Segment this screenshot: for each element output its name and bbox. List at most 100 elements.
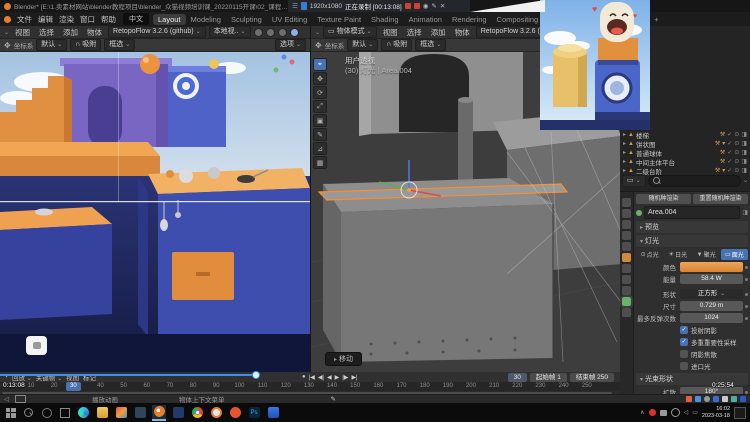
reset-random-seed-button[interactable]: 重置随机种渲染 [693,194,748,204]
vpl-menu-select[interactable]: 选择 [36,27,57,38]
shape-tool-icon[interactable] [731,396,737,402]
taskbar-app-colorful[interactable] [114,405,128,421]
taskbar-search-icon[interactable] [22,406,35,419]
light-type-area[interactable]: ▭面光 [721,249,748,260]
portal-checkbox[interactable]: 进口光 [680,361,748,371]
tab-animation[interactable]: Animation [404,14,447,25]
light-shape-dropdown[interactable]: 正方形⌄ [680,289,743,299]
editor-type-icon[interactable]: ⌄ [4,29,9,36]
taskbar-app-dark[interactable] [133,405,147,421]
light-color-swatch[interactable] [680,262,743,272]
eraser-icon[interactable] [704,396,710,402]
tab-uv-editing[interactable]: UV Editing [267,14,312,25]
orientation-dropdown[interactable]: 默认⌄ [36,39,67,51]
preview-section-header[interactable]: ▸ 预览 [636,221,748,233]
tab-modeling[interactable]: Modeling [186,14,226,25]
viewlayer-tab-icon[interactable] [622,220,631,229]
light-section-header[interactable]: ▾ 灯光 [636,235,748,247]
tray-display-icon[interactable] [660,410,667,416]
taskbar-app-chrome[interactable] [190,405,204,421]
options-dropdown[interactable]: 选项⌄ [275,39,306,51]
object-data-tab-icon[interactable] [622,297,631,306]
playhead-badge[interactable]: 30 [66,382,81,391]
taskbar-app-blender[interactable] [152,405,166,421]
pause-record-button[interactable] [414,3,420,9]
snap-button[interactable]: ∩吸附 [381,39,412,51]
tray-expand-icon[interactable]: ∧ [640,409,644,416]
vpl-menu-object[interactable]: 物体 [84,27,105,38]
rotate-tool[interactable]: ⟳ [313,86,327,99]
start-button[interactable] [4,406,17,419]
light-type-spot[interactable]: ▼聚光 [693,249,720,260]
taskbar-app-darkblue[interactable] [171,405,185,421]
close-recorder-icon[interactable]: ✕ [440,2,445,10]
vpc-menu-add[interactable]: 添加 [428,27,449,38]
menu-window[interactable]: 窗口 [77,14,98,25]
tray-network-icon[interactable]: ▭ [692,409,698,416]
viewport-left-render[interactable] [0,52,310,374]
light-size-field[interactable]: 0.729 m [680,301,743,311]
object-tab-icon[interactable] [622,253,631,262]
tray-volume-icon[interactable]: ◁ [684,409,689,416]
pen-color-icon[interactable] [686,396,692,402]
operator-panel[interactable]: ▸ 移动 [325,352,362,366]
orientation-dropdown[interactable]: 默认⌄ [347,39,378,51]
tab-shading[interactable]: Shading [366,14,404,25]
seekbar-knob[interactable] [252,371,260,379]
menu-help[interactable]: 帮助 [98,14,119,25]
filter-options-icon[interactable]: ⌄ [743,177,748,184]
world-tab-icon[interactable] [622,242,631,251]
render-tab-icon[interactable] [622,198,631,207]
light-power-field[interactable]: 58.4 W [680,274,743,284]
filter-type-dropdown[interactable]: ▭⌄ [622,175,646,187]
vpc-menu-select[interactable]: 选择 [404,27,425,38]
annotate-tool[interactable]: ✎ [313,128,327,141]
object-name-field[interactable]: Area.004 [644,206,740,219]
cast-shadow-checkbox[interactable]: ✓投射阴影 [680,325,748,335]
shading-solid-icon[interactable] [266,28,275,37]
retopoflow-menu[interactable]: RetopoFlow 3.2.6 (github)⌄ [108,26,206,38]
tray-recording-icon[interactable] [649,409,656,416]
physics-tab-icon[interactable] [622,286,631,295]
player-seekbar[interactable] [0,373,750,377]
note-icon[interactable] [713,396,719,402]
shading-material-icon[interactable] [278,28,287,37]
board-icon[interactable] [740,396,746,402]
tab-compositing[interactable]: Compositing [492,14,544,25]
tab-add[interactable]: + [649,14,663,25]
particles-tab-icon[interactable] [622,275,631,284]
more-tools-icon[interactable] [722,396,728,402]
transform-tool[interactable]: ▣ [313,114,327,127]
multi-importance-checkbox[interactable]: ✓多重重要性采样 [680,337,748,347]
measure-tool[interactable]: ⊿ [313,142,327,155]
taskbar-app-explorer[interactable] [95,405,109,421]
tab-sculpting[interactable]: Sculpting [226,14,267,25]
blender-menu-icon[interactable] [4,16,11,23]
taskbar-app-photoshop[interactable]: Ps [247,405,261,421]
menu-file[interactable]: 文件 [14,14,35,25]
brush-indicator-overlay[interactable] [26,336,47,355]
fake-user-icon[interactable]: ◨ [742,209,748,216]
task-view-icon[interactable] [58,406,71,419]
recorder-menu-icon[interactable]: ☰ [292,2,298,10]
output-tab-icon[interactable] [622,209,631,218]
modifiers-tab-icon[interactable] [622,264,631,273]
snap-button[interactable]: ∩吸附 [70,39,101,51]
tab-texture-paint[interactable]: Texture Paint [312,14,366,25]
tray-sync-icon[interactable] [671,408,680,417]
taskbar-app-everything[interactable] [209,405,223,421]
vpl-menu-add[interactable]: 添加 [60,27,81,38]
annotate-pen-icon[interactable]: ✎ [431,2,436,10]
timeline-ruler[interactable]: 102030 405060 708090 100110120 130140150… [0,382,620,391]
select-mode-dropdown[interactable]: 框选⌄ [104,39,135,51]
language-button[interactable]: 中文 [123,13,149,25]
select-box-tool[interactable]: ⌖ [313,58,327,71]
shadow-caustics-checkbox[interactable]: 阴影焦散 [680,349,748,359]
stop-record-button[interactable] [405,3,411,9]
light-type-sun[interactable]: ☀日光 [664,249,691,260]
tab-rendering[interactable]: Rendering [447,14,492,25]
editor-type-icon[interactable]: ⌄ [315,29,320,36]
cortana-icon[interactable] [40,406,53,419]
vpc-menu-view[interactable]: 视图 [380,27,401,38]
highlight-icon[interactable] [695,396,701,402]
